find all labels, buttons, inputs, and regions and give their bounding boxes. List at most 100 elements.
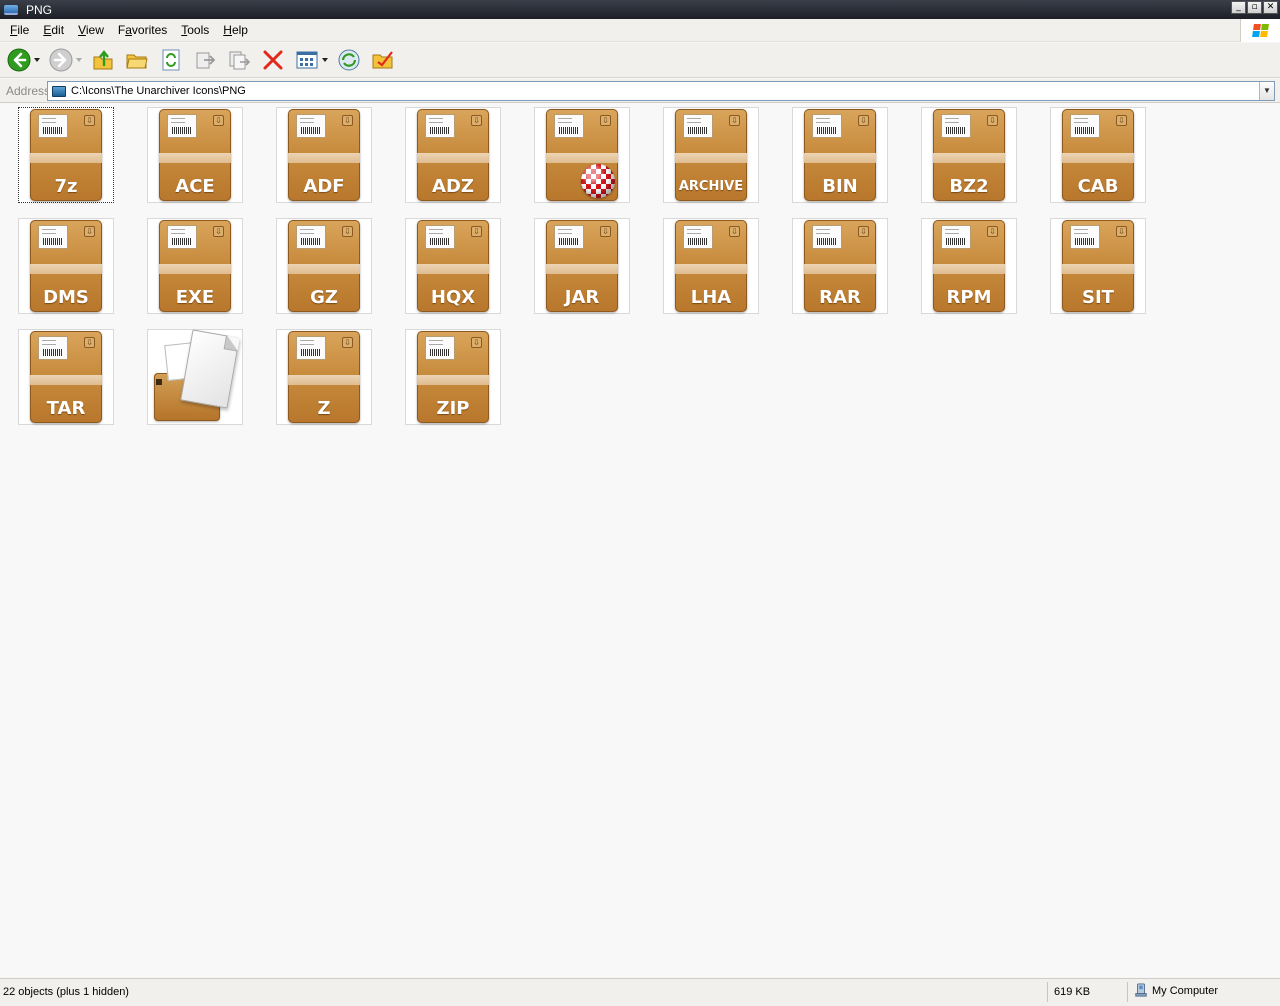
menu-help[interactable]: Help: [216, 23, 255, 37]
archive-box-icon: ⇩ CAB: [1062, 109, 1134, 201]
delete-button[interactable]: [260, 47, 286, 73]
file-item[interactable]: ⇩ RPM: [921, 218, 1017, 314]
menu-view[interactable]: View: [71, 23, 111, 37]
address-input[interactable]: C:\Icons\The Unarchiver Icons\PNG ▼: [47, 81, 1275, 101]
forward-button[interactable]: [48, 47, 74, 73]
file-item[interactable]: ⇩ ADF: [276, 107, 372, 203]
file-extension-label: RPM: [946, 287, 992, 308]
back-icon: [7, 48, 31, 72]
copy-to-button[interactable]: [226, 47, 252, 73]
archive-box-icon: ⇩ ADF: [288, 109, 360, 201]
menu-tools[interactable]: Tools: [174, 23, 216, 37]
file-item[interactable]: ⇩ ARCHIVE: [663, 107, 759, 203]
file-extension-label: ZIP: [436, 398, 470, 419]
file-item[interactable]: ⇩ JAR: [534, 218, 630, 314]
file-extension-label: SIT: [1082, 287, 1114, 308]
file-list-view[interactable]: ⇩ 7z ⇩ ACE ⇩ ADF ⇩ ADZ ⇩ ⇩ ARCHIVE ⇩ BIN ⇩ BZ2 ⇩ CAB ⇩ DMS…: [0, 104, 1280, 977]
chevron-down-icon: [322, 58, 328, 62]
file-item[interactable]: ⇩ 7z: [18, 107, 114, 203]
archive-box-icon: ⇩ BZ2: [933, 109, 1005, 201]
folders-button[interactable]: [124, 47, 150, 73]
menu-favorites[interactable]: Favorites: [111, 23, 174, 37]
sync-button[interactable]: [336, 47, 362, 73]
file-extension-label: TAR: [46, 398, 86, 419]
move-to-button[interactable]: [192, 47, 218, 73]
maximize-button[interactable]: ▫: [1247, 1, 1262, 14]
file-extension-label: BIN: [822, 176, 858, 197]
archive-box-icon: ⇩ RAR: [804, 220, 876, 312]
window-controls: _ ▫ ✕: [1231, 1, 1278, 14]
favorites-icon: [372, 51, 393, 69]
file-extension-label: GZ: [310, 287, 338, 308]
file-item[interactable]: ⇩ BZ2: [921, 107, 1017, 203]
file-item[interactable]: ⇩ DMS: [18, 218, 114, 314]
archive-box-icon: ⇩ Z: [288, 331, 360, 423]
file-extension-label: RAR: [819, 287, 861, 308]
folders-icon: [126, 54, 148, 69]
toolbar: [0, 43, 1280, 78]
amiga-ball-icon: [581, 164, 615, 198]
back-dropdown[interactable]: [34, 47, 40, 73]
views-icon: [296, 51, 318, 69]
archive-box-icon: ⇩ BIN: [804, 109, 876, 201]
file-extension-label: CAB: [1077, 176, 1119, 197]
archive-box-icon: ⇩ LHA: [675, 220, 747, 312]
file-item[interactable]: ⇩ SIT: [1050, 218, 1146, 314]
file-item[interactable]: ⇩ BIN: [792, 107, 888, 203]
menu-edit[interactable]: Edit: [36, 23, 71, 37]
file-item[interactable]: ⇩ TAR: [18, 329, 114, 425]
file-item[interactable]: ⇩ GZ: [276, 218, 372, 314]
archive-box-icon: ⇩ EXE: [159, 220, 231, 312]
file-extension-label: ARCHIVE: [678, 179, 744, 194]
status-divider: [1127, 982, 1128, 1002]
archive-box-icon: ⇩ SIT: [1062, 220, 1134, 312]
archive-box-icon: ⇩ RPM: [933, 220, 1005, 312]
open-archive-icon: [152, 329, 240, 423]
up-button[interactable]: [90, 47, 116, 73]
back-button[interactable]: [6, 47, 32, 73]
archive-box-icon: ⇩ 7z: [30, 109, 102, 201]
file-item[interactable]: ⇩ HQX: [405, 218, 501, 314]
title-bar: PNG _ ▫ ✕: [0, 0, 1280, 19]
forward-dropdown[interactable]: [76, 47, 82, 73]
file-item[interactable]: ⇩ RAR: [792, 218, 888, 314]
file-extension-label: Z: [317, 398, 331, 419]
archive-box-icon: ⇩ ARCHIVE: [675, 109, 747, 201]
archive-box-icon: ⇩ GZ: [288, 220, 360, 312]
file-item[interactable]: ⇩ ADZ: [405, 107, 501, 203]
status-divider: [1047, 982, 1048, 1002]
folder-icon: [52, 85, 66, 97]
address-dropdown-button[interactable]: ▼: [1259, 82, 1274, 100]
status-bar: 22 objects (plus 1 hidden) 619 KB My Com…: [0, 978, 1280, 1006]
views-button[interactable]: [294, 47, 320, 73]
file-item[interactable]: ⇩ LHA: [663, 218, 759, 314]
my-computer-icon: [1135, 983, 1147, 997]
favorites-button[interactable]: [370, 47, 396, 73]
file-item[interactable]: ⇩ EXE: [147, 218, 243, 314]
file-item[interactable]: ⇩ ZIP: [405, 329, 501, 425]
archive-box-icon: ⇩ TAR: [30, 331, 102, 423]
close-button[interactable]: ✕: [1263, 1, 1278, 14]
file-extension-label: HQX: [430, 287, 476, 308]
file-extension-label: 7z: [54, 176, 78, 197]
up-folder-icon: [93, 50, 113, 70]
menu-file[interactable]: File: [3, 23, 36, 37]
address-label: Address: [6, 83, 51, 98]
refresh-button[interactable]: [158, 47, 184, 73]
move-to-icon: [196, 52, 216, 69]
minimize-button[interactable]: _: [1231, 1, 1246, 14]
archive-box-icon: ⇩ ACE: [159, 109, 231, 201]
file-item[interactable]: ⇩ ACE: [147, 107, 243, 203]
status-zone: My Computer: [1134, 983, 1218, 997]
copy-to-icon: [229, 51, 250, 70]
views-dropdown[interactable]: [322, 47, 328, 73]
window-title: PNG: [26, 2, 53, 17]
file-item[interactable]: [147, 329, 243, 425]
file-item[interactable]: ⇩ Z: [276, 329, 372, 425]
file-item[interactable]: ⇩ CAB: [1050, 107, 1146, 203]
archive-box-icon: ⇩: [546, 109, 618, 201]
menu-bar: File Edit View Favorites Tools Help: [0, 19, 1280, 42]
file-item[interactable]: ⇩: [534, 107, 630, 203]
file-extension-label: ACE: [175, 176, 215, 197]
refresh-icon: [162, 49, 180, 71]
